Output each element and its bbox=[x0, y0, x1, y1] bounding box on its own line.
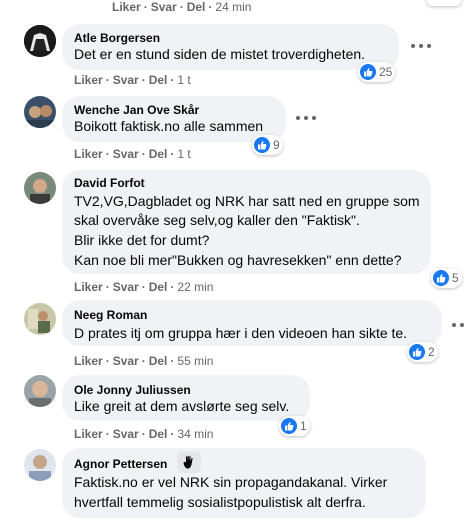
comment-text: Like greit at dem avslørte seg selv. bbox=[74, 398, 290, 414]
comment-text: Boikott faktisk.no alle sammen bbox=[74, 118, 264, 134]
reply-link[interactable]: Svar bbox=[113, 280, 139, 294]
avatar-image bbox=[24, 449, 56, 481]
like-link[interactable]: Liker bbox=[74, 354, 103, 368]
more-icon[interactable] bbox=[452, 320, 467, 330]
reaction-count-partial[interactable] bbox=[426, 0, 462, 6]
more-icon[interactable] bbox=[411, 41, 431, 51]
share-link[interactable]: Del bbox=[149, 147, 168, 161]
timestamp[interactable]: 55 min bbox=[177, 354, 213, 368]
comment-text: Faktisk.no er vel NRK sin propagandakana… bbox=[74, 474, 388, 490]
share-link[interactable]: Del bbox=[149, 427, 168, 441]
reaction-count[interactable]: 9 bbox=[252, 135, 283, 155]
reaction-count[interactable]: 5 bbox=[431, 268, 462, 288]
avatar[interactable] bbox=[24, 96, 56, 128]
timestamp[interactable]: 1 t bbox=[177, 73, 190, 87]
reply-link[interactable]: Svar bbox=[151, 0, 177, 14]
avatar[interactable] bbox=[24, 449, 56, 481]
comment-text: TV2,VG,Dagbladet og NRK har satt ned en … bbox=[74, 193, 420, 209]
like-link[interactable]: Liker bbox=[112, 0, 141, 14]
like-icon bbox=[360, 64, 376, 80]
comment-text: Det er en stund siden de mistet troverdi… bbox=[74, 46, 366, 62]
like-icon bbox=[254, 137, 270, 153]
reaction-count[interactable]: 1 bbox=[279, 416, 310, 436]
comment-text: D prates itj om gruppa hær i den videoen… bbox=[74, 325, 408, 341]
avatar[interactable] bbox=[24, 25, 56, 57]
avatar-image bbox=[24, 375, 56, 407]
comment-text: skal overvåke seg selv,og kaller den "Fa… bbox=[74, 212, 360, 228]
avatar[interactable] bbox=[24, 172, 56, 204]
comment-actions: Liker · Svar · Del · 34 min bbox=[74, 427, 214, 441]
like-icon bbox=[433, 270, 449, 286]
reaction-count[interactable]: 2 bbox=[407, 342, 438, 362]
reply-link[interactable]: Svar bbox=[113, 147, 139, 161]
comment-actions: Liker · Svar · Del · 1 t bbox=[74, 73, 191, 87]
comment-author[interactable]: Neeg Roman bbox=[74, 307, 147, 323]
comment-author[interactable]: Agnor Pettersen bbox=[74, 456, 167, 472]
comment-text: hvertfall temmelig sosialistpopulistisk … bbox=[74, 494, 366, 510]
avatar-image bbox=[24, 303, 56, 335]
comment-actions: Liker · Svar · Del · 55 min bbox=[74, 354, 214, 368]
timestamp[interactable]: 34 min bbox=[177, 427, 213, 441]
avatar-image bbox=[24, 172, 56, 204]
reply-link[interactable]: Svar bbox=[113, 73, 139, 87]
comment-actions: Liker · Svar · Del · 22 min bbox=[74, 280, 214, 294]
timestamp[interactable]: 24 min bbox=[215, 0, 251, 14]
like-icon bbox=[281, 418, 297, 434]
avatar[interactable] bbox=[24, 303, 56, 335]
timestamp[interactable]: 1 t bbox=[177, 147, 190, 161]
avatar[interactable] bbox=[24, 375, 56, 407]
wave-hand-icon[interactable] bbox=[177, 451, 201, 473]
comment-text: Kan noe bli mer"Bukken og havresekken" e… bbox=[74, 252, 402, 268]
reply-link[interactable]: Svar bbox=[113, 354, 139, 368]
avatar-image bbox=[24, 96, 56, 128]
reaction-count[interactable]: 25 bbox=[358, 62, 396, 82]
share-link[interactable]: Del bbox=[149, 354, 168, 368]
share-link[interactable]: Del bbox=[149, 280, 168, 294]
reply-link[interactable]: Svar bbox=[113, 427, 139, 441]
more-icon[interactable] bbox=[296, 113, 316, 123]
comment-actions: Liker · Svar · Del · 1 t bbox=[74, 147, 191, 161]
like-icon bbox=[409, 344, 425, 360]
comment-text: Blir ikke det for dumt? bbox=[74, 232, 210, 248]
comment-author[interactable]: David Forfot bbox=[74, 175, 145, 191]
top-actions: Liker · Svar · Del · 24 min bbox=[112, 0, 252, 14]
like-link[interactable]: Liker bbox=[74, 427, 103, 441]
like-link[interactable]: Liker bbox=[74, 147, 103, 161]
share-link[interactable]: Del bbox=[149, 73, 168, 87]
like-link[interactable]: Liker bbox=[74, 73, 103, 87]
avatar-image bbox=[24, 25, 56, 57]
like-link[interactable]: Liker bbox=[74, 280, 103, 294]
share-link[interactable]: Del bbox=[187, 0, 206, 14]
timestamp[interactable]: 22 min bbox=[177, 280, 213, 294]
